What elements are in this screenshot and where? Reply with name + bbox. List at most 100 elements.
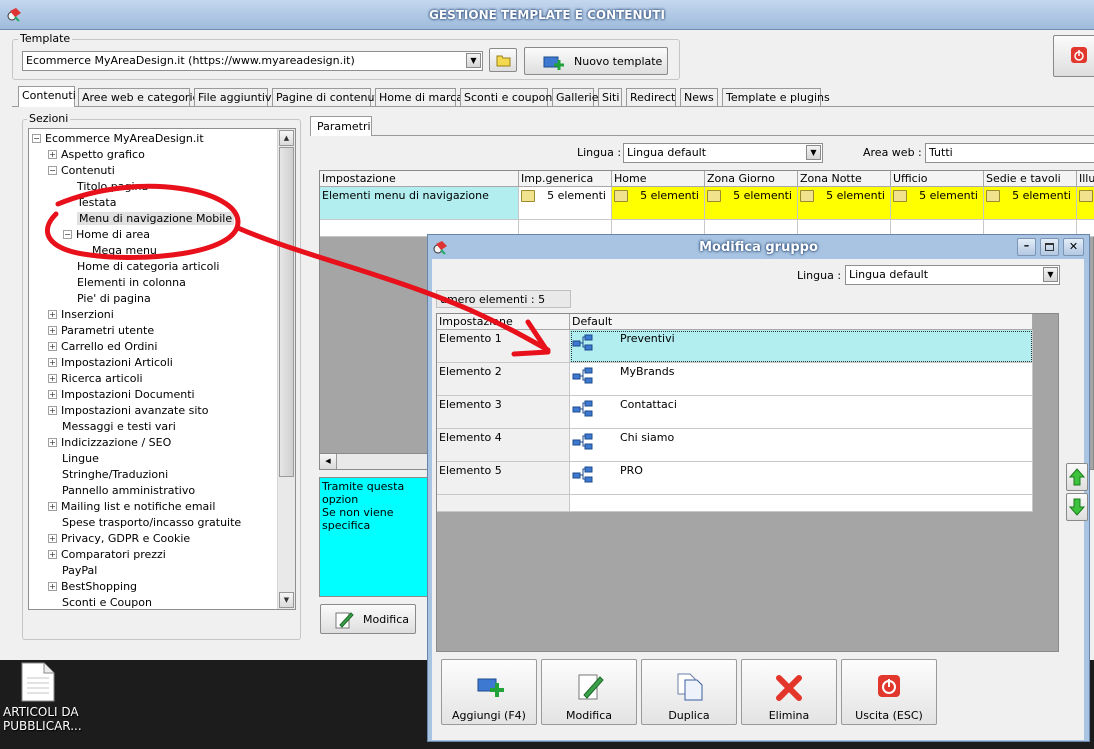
expand-icon[interactable]: + bbox=[48, 390, 57, 399]
collapse-icon[interactable]: − bbox=[32, 134, 41, 143]
close-button[interactable]: ✕ bbox=[1063, 238, 1084, 256]
expand-icon[interactable]: + bbox=[48, 550, 57, 559]
move-down-button[interactable] bbox=[1066, 493, 1088, 521]
tree-item[interactable]: + Impostazioni Documenti bbox=[48, 387, 195, 403]
tree-item[interactable]: Mega menu bbox=[78, 243, 157, 259]
tree-item[interactable]: + Privacy, GDPR e Cookie bbox=[48, 531, 190, 547]
tab-redirect[interactable]: Redirect bbox=[626, 88, 676, 106]
collapse-icon[interactable]: − bbox=[48, 166, 57, 175]
area-web-input[interactable]: Tutti bbox=[925, 143, 1094, 163]
params-hscroll[interactable]: ◀ bbox=[319, 453, 439, 470]
tree-item[interactable]: + Inserzioni bbox=[48, 307, 114, 323]
tree-item[interactable]: Home di categoria articoli bbox=[63, 259, 219, 275]
tab-gallerie[interactable]: Gallerie bbox=[552, 88, 599, 106]
column-header[interactable]: Zona Giorno bbox=[705, 171, 798, 187]
tab-news[interactable]: News bbox=[680, 88, 718, 106]
tree-item[interactable]: + Ricerca articoli bbox=[48, 371, 143, 387]
add-button[interactable]: Aggiungi (F4) bbox=[441, 659, 537, 725]
desktop-file[interactable]: ARTICOLI DA PUBBLICAR... bbox=[0, 660, 94, 740]
row-value-cell[interactable]: Chi siamo bbox=[570, 429, 1033, 462]
tree-item[interactable]: + Indicizzazione / SEO bbox=[48, 435, 171, 451]
tab-parametri[interactable]: Parametri bbox=[310, 116, 372, 136]
tree-item[interactable]: − Contenuti bbox=[48, 163, 115, 179]
tree-item[interactable]: Messaggi e testi vari bbox=[48, 419, 176, 435]
value-cell[interactable] bbox=[1077, 187, 1094, 220]
tab-sconti-e-coupon[interactable]: Sconti e coupon bbox=[460, 88, 552, 106]
modify-button[interactable]: Modifica bbox=[541, 659, 637, 725]
tree-item[interactable]: + Parametri utente bbox=[48, 323, 154, 339]
delete-button[interactable]: Elimina bbox=[741, 659, 837, 725]
chevron-down-icon[interactable]: ▼ bbox=[466, 53, 481, 68]
column-header[interactable]: Home bbox=[612, 171, 705, 187]
params-lingua-select[interactable]: Lingua default ▼ bbox=[623, 143, 823, 163]
tree-scroll-thumb[interactable] bbox=[279, 147, 294, 477]
column-header[interactable]: Impostazione bbox=[320, 171, 519, 187]
tree-item[interactable]: Lingue bbox=[48, 451, 99, 467]
value-cell[interactable]: 5 elementi bbox=[984, 187, 1077, 220]
tree-item[interactable]: Sconti e Coupon bbox=[48, 595, 152, 609]
row-name-cell[interactable]: Elemento 5 bbox=[437, 462, 570, 495]
tree-item[interactable]: Pannello amministrativo bbox=[48, 483, 195, 499]
maximize-button[interactable] bbox=[1040, 238, 1059, 256]
row-name-cell[interactable]: Elemento 1 bbox=[437, 330, 570, 363]
value-cell[interactable]: 5 elementi bbox=[705, 187, 798, 220]
move-up-button[interactable] bbox=[1066, 463, 1088, 491]
modify-params-button[interactable]: Modifica bbox=[320, 604, 416, 634]
expand-icon[interactable]: + bbox=[48, 374, 57, 383]
tree-scrollbar[interactable]: ▲ ▼ bbox=[277, 129, 295, 609]
setting-cell[interactable]: Elementi menu di navigazione bbox=[320, 187, 519, 220]
open-folder-button[interactable] bbox=[489, 48, 517, 72]
expand-icon[interactable]: + bbox=[48, 358, 57, 367]
value-cell[interactable]: 5 elementi bbox=[519, 187, 612, 220]
dialog-lingua-select[interactable]: Lingua default ▼ bbox=[845, 265, 1060, 285]
tree-item[interactable]: + Impostazioni avanzate sito bbox=[48, 403, 208, 419]
row-value-cell[interactable]: MyBrands bbox=[570, 363, 1033, 396]
value-cell[interactable]: 5 elementi bbox=[798, 187, 891, 220]
tab-home-di-marca[interactable]: Home di marca bbox=[375, 88, 463, 106]
tab-aree-web-e-categorie[interactable]: Aree web e categorie bbox=[78, 88, 199, 106]
scroll-left-icon[interactable]: ◀ bbox=[320, 454, 337, 469]
expand-icon[interactable]: + bbox=[48, 406, 57, 415]
tree-item[interactable]: Testata bbox=[63, 195, 116, 211]
tree-item[interactable]: + Impostazioni Articoli bbox=[48, 355, 173, 371]
column-header[interactable]: Sedie e tavoli bbox=[984, 171, 1077, 187]
tree-item[interactable]: Elementi in colonna bbox=[63, 275, 186, 291]
column-header[interactable]: Ufficio bbox=[891, 171, 984, 187]
tab-pagine-di-contenuti[interactable]: Pagine di contenuti bbox=[272, 88, 382, 106]
tree-item[interactable]: + Mailing list e notifiche email bbox=[48, 499, 215, 515]
sections-tree[interactable]: − Ecommerce MyAreaDesign.it + Aspetto grafi… bbox=[28, 128, 296, 610]
chevron-down-icon[interactable]: ▼ bbox=[1043, 267, 1058, 282]
tree-item[interactable]: − Home di area bbox=[63, 227, 150, 243]
value-cell[interactable]: 5 elementi bbox=[612, 187, 705, 220]
column-header[interactable]: Imp.generica bbox=[519, 171, 612, 187]
tree-item[interactable]: Stringhe/Traduzioni bbox=[48, 467, 168, 483]
tree-item[interactable]: Spese trasporto/incasso gratuite bbox=[48, 515, 241, 531]
dialog-grid[interactable]: Impostazione Default Elemento 1 Preventivi E… bbox=[436, 313, 1059, 652]
tree-item[interactable]: − Ecommerce MyAreaDesign.it bbox=[32, 131, 204, 147]
collapse-icon[interactable]: − bbox=[63, 230, 72, 239]
expand-icon[interactable]: + bbox=[48, 534, 57, 543]
row-name-cell[interactable]: Elemento 2 bbox=[437, 363, 570, 396]
row-value-cell[interactable]: Contattaci bbox=[570, 396, 1033, 429]
tree-item[interactable]: + Aspetto grafico bbox=[48, 147, 145, 163]
expand-icon[interactable]: + bbox=[48, 150, 57, 159]
row-name-cell[interactable]: Elemento 4 bbox=[437, 429, 570, 462]
tree-item[interactable]: + Comparatori prezzi bbox=[48, 547, 166, 563]
value-cell[interactable]: 5 elementi bbox=[891, 187, 984, 220]
expand-icon[interactable]: + bbox=[48, 310, 57, 319]
expand-icon[interactable]: + bbox=[48, 438, 57, 447]
scroll-down-icon[interactable]: ▼ bbox=[279, 592, 294, 608]
tab-siti[interactable]: Siti bbox=[598, 88, 622, 106]
chevron-down-icon[interactable]: ▼ bbox=[806, 145, 821, 160]
expand-icon[interactable]: + bbox=[48, 582, 57, 591]
template-select[interactable]: Ecommerce MyAreaDesign.it (https://www.m… bbox=[22, 51, 483, 71]
tree-item[interactable]: + BestShopping bbox=[48, 579, 137, 595]
row-value-cell[interactable]: Preventivi bbox=[570, 330, 1033, 363]
tab-file-aggiuntivi[interactable]: File aggiuntivi bbox=[194, 88, 275, 106]
minimize-button[interactable]: – bbox=[1017, 238, 1036, 256]
row-value-cell[interactable]: PRO bbox=[570, 462, 1033, 495]
tab-contenuti[interactable]: Contenuti bbox=[18, 86, 76, 107]
expand-icon[interactable]: + bbox=[48, 342, 57, 351]
exit-button[interactable]: Uscita (ESC) bbox=[841, 659, 937, 725]
tree-item[interactable]: Titolo pagina bbox=[63, 179, 148, 195]
